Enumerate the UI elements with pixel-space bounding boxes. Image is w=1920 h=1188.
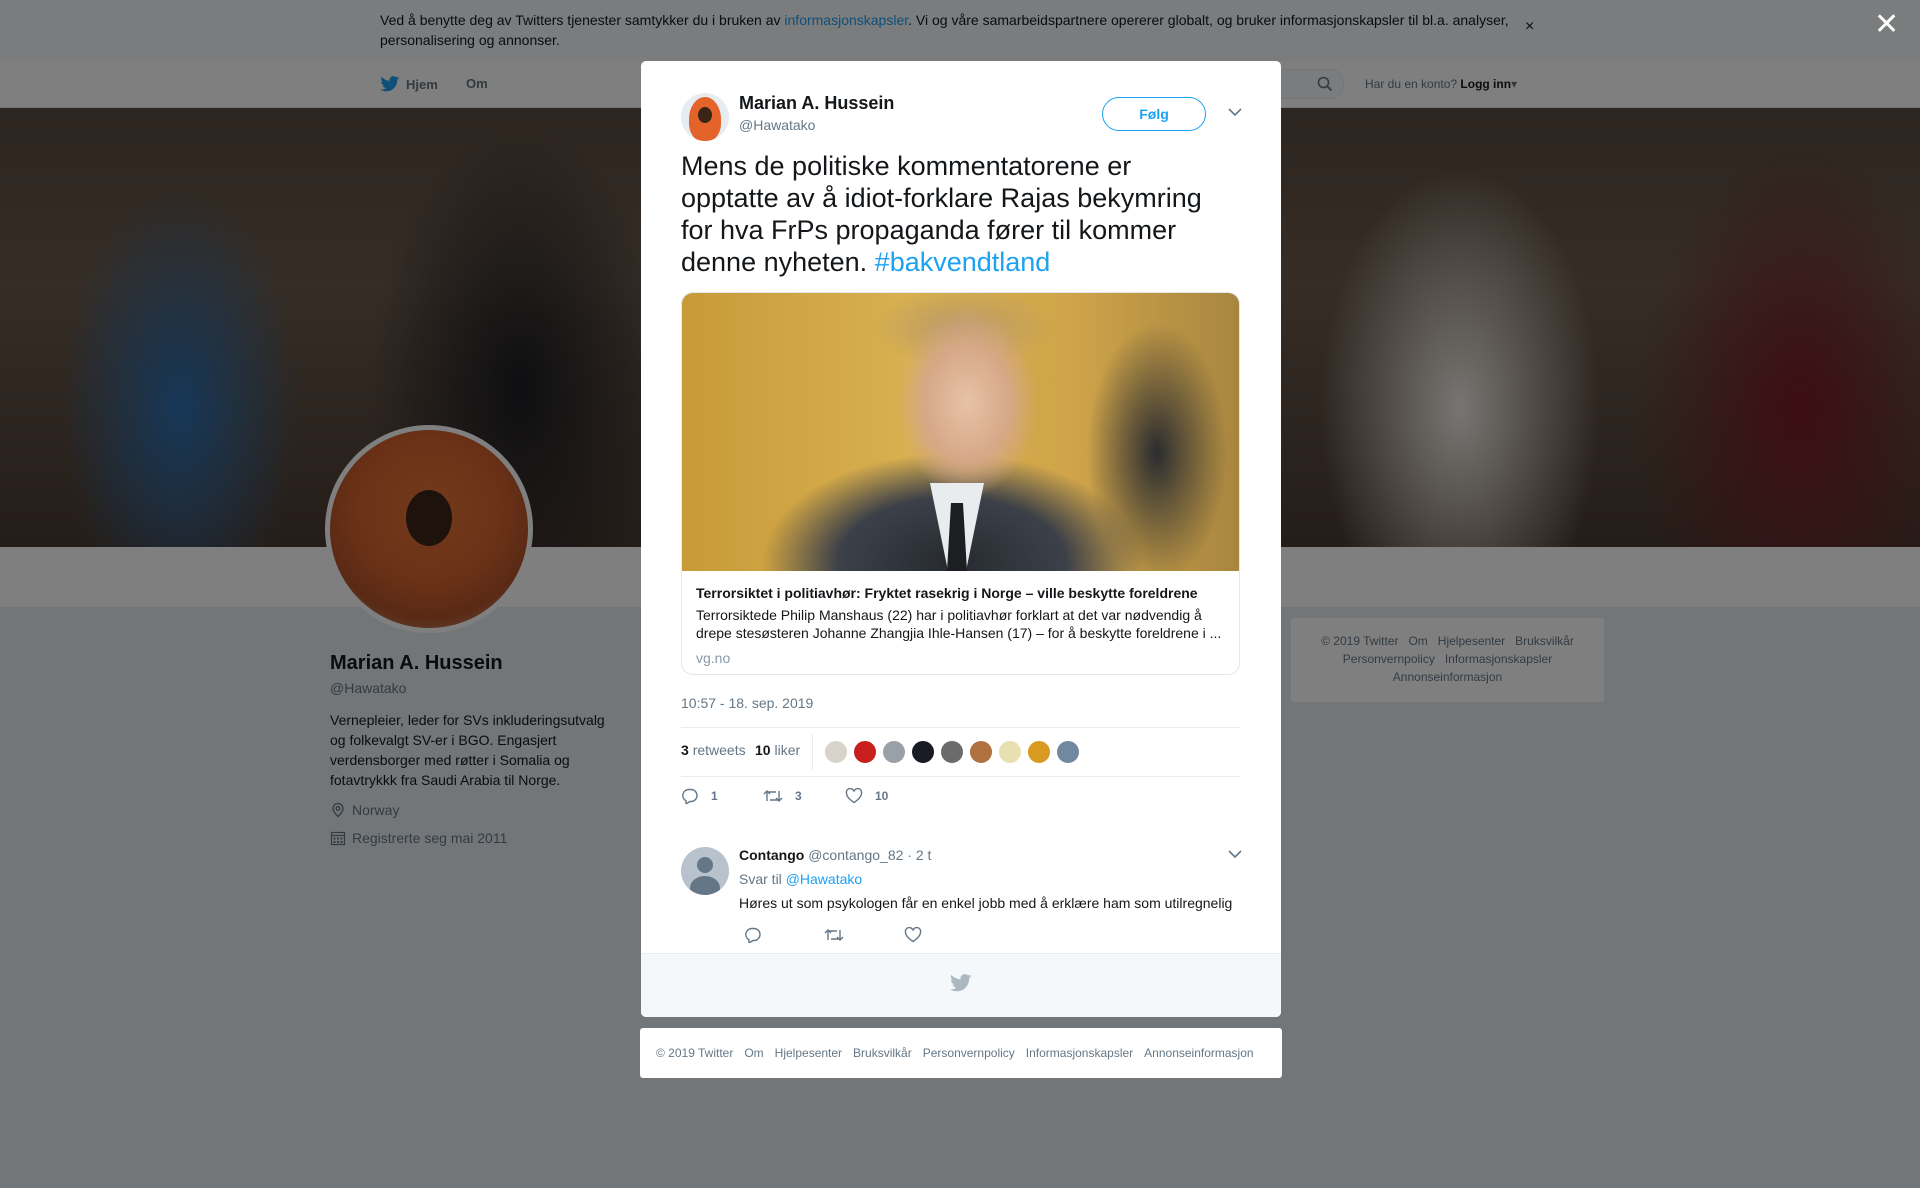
tweet-stats: 3 retweets 10 liker — [681, 727, 1240, 777]
liker-avatar[interactable] — [969, 740, 993, 764]
reply-text: Høres ut som psykologen får en enkel job… — [739, 895, 1233, 911]
retweet-count[interactable]: 3 retweets — [681, 742, 746, 758]
link-card[interactable]: Terrorsiktet i politiavhør: Fryktet rase… — [681, 292, 1240, 675]
heart-icon — [904, 926, 922, 943]
reply-author-handle[interactable]: @contango_82 — [808, 847, 903, 863]
liker-avatar[interactable] — [998, 740, 1022, 764]
link-card-image — [682, 293, 1239, 571]
tweet-modal: Marian A. Hussein @Hawatako Følg Mens de… — [641, 61, 1281, 1017]
reply-author-name[interactable]: Contango — [739, 847, 804, 863]
reply-to-line: Svar til @Hawatako — [739, 871, 863, 887]
reply-actions — [744, 926, 922, 948]
hashtag-link[interactable]: #bakvendtland — [875, 247, 1051, 277]
footer-link[interactable]: Bruksvilkår — [853, 1046, 912, 1060]
heart-icon — [845, 788, 863, 804]
liker-avatar[interactable] — [824, 740, 848, 764]
twitter-bird-icon — [950, 974, 972, 992]
like-count[interactable]: 10 liker — [755, 742, 800, 758]
reply-icon — [682, 788, 698, 804]
liker-avatar[interactable] — [882, 740, 906, 764]
liker-avatars — [824, 740, 1080, 764]
reply-age[interactable]: · 2 t — [907, 847, 931, 863]
footer-link[interactable]: © 2019 Twitter — [656, 1046, 733, 1060]
liker-avatar[interactable] — [853, 740, 877, 764]
overlay-close-button[interactable]: ✕ — [1874, 10, 1899, 40]
reply-retweet-button[interactable] — [824, 927, 904, 948]
footer-link[interactable]: Informasjonskapsler — [1026, 1046, 1133, 1060]
link-card-description: Terrorsiktede Philip Manshaus (22) har i… — [696, 607, 1222, 641]
follow-button[interactable]: Følg — [1102, 97, 1206, 131]
retweet-button[interactable]: 3 — [763, 788, 845, 804]
tweet-author-handle[interactable]: @Hawatako — [739, 117, 815, 133]
modal-footer — [641, 953, 1281, 1017]
liker-avatar[interactable] — [1056, 740, 1080, 764]
tweet-timestamp[interactable]: 10:57 - 18. sep. 2019 — [681, 695, 813, 711]
reply-to-handle[interactable]: @Hawatako — [786, 871, 862, 887]
chevron-down-icon[interactable] — [1228, 849, 1242, 859]
liker-avatar[interactable] — [1027, 740, 1051, 764]
liker-avatar[interactable] — [911, 740, 935, 764]
like-button[interactable]: 10 — [845, 788, 888, 804]
chevron-down-icon[interactable] — [1228, 107, 1242, 117]
retweet-icon — [824, 929, 844, 941]
footer-link[interactable]: Hjelpesenter — [775, 1046, 842, 1060]
link-card-domain: vg.no — [696, 650, 731, 666]
bottom-footer: © 2019 Twitter Om Hjelpesenter Bruksvilkår P… — [640, 1028, 1282, 1078]
reply-icon — [745, 927, 761, 945]
reply-like-button[interactable] — [904, 926, 922, 948]
tweet-author-name[interactable]: Marian A. Hussein — [739, 93, 894, 114]
tweet-author-avatar[interactable] — [681, 93, 729, 141]
footer-link[interactable]: Om — [744, 1046, 763, 1060]
tweet-actions: 1 3 10 — [681, 788, 888, 804]
footer-link[interactable]: Annonseinformasjon — [1144, 1046, 1253, 1060]
reply-reply-button[interactable] — [744, 927, 824, 948]
tweet-text: Mens de politiske kommentatorene er oppt… — [681, 151, 1202, 277]
reply-header: Contango @contango_82 · 2 t — [739, 847, 931, 863]
link-card-title: Terrorsiktet i politiavhør: Fryktet rase… — [696, 585, 1198, 601]
footer-link[interactable]: Personvernpolicy — [923, 1046, 1015, 1060]
liker-avatar[interactable] — [940, 740, 964, 764]
reply-author-avatar[interactable] — [681, 847, 729, 895]
retweet-icon — [763, 790, 783, 802]
reply-button[interactable]: 1 — [681, 788, 763, 804]
